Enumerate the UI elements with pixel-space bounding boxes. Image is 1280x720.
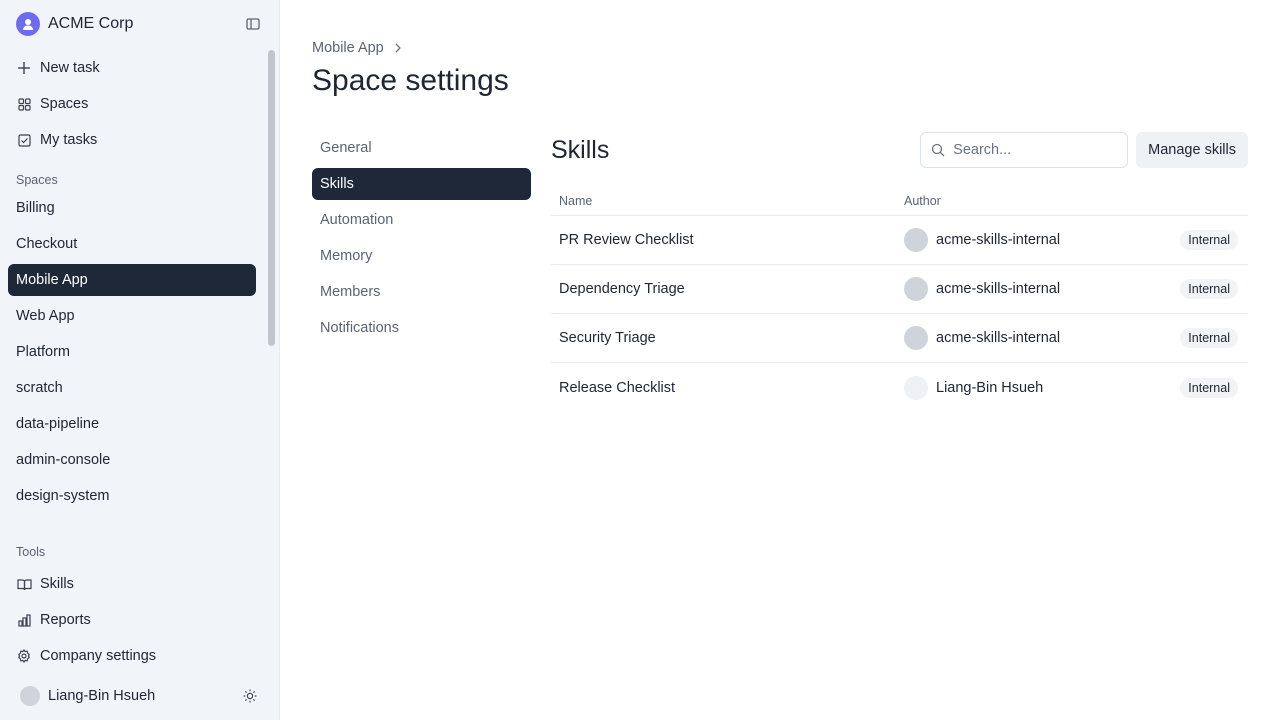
skill-author: acme-skills-internal — [904, 277, 1158, 301]
breadcrumb: Mobile App — [312, 40, 402, 56]
page-title: Space settings — [312, 64, 509, 97]
user-avatar[interactable] — [20, 686, 40, 706]
space-item-checkout[interactable]: Checkout — [8, 228, 256, 260]
nav-my-tasks[interactable]: My tasks — [8, 124, 256, 156]
chevron-right-icon — [394, 43, 402, 53]
sidebar: ACME Corp New task Spaces My tasks Space… — [0, 0, 280, 720]
grid-icon — [16, 96, 32, 112]
table-row[interactable]: Dependency Triage acme-skills-internal I… — [551, 265, 1248, 314]
settings-tab-notifications[interactable]: Notifications — [312, 312, 531, 344]
author-name: Liang-Bin Hsueh — [936, 379, 1044, 396]
gear-icon — [16, 648, 32, 664]
breadcrumb-parent-link[interactable]: Mobile App — [312, 40, 384, 56]
tool-skills[interactable]: Skills — [8, 568, 271, 600]
table-row[interactable]: PR Review Checklist acme-skills-internal… — [551, 216, 1248, 265]
author-name: acme-skills-internal — [936, 232, 1061, 248]
table-row[interactable]: Security Triage acme-skills-internal Int… — [551, 314, 1248, 363]
badge-cell: Internal — [1158, 279, 1248, 299]
column-header-name[interactable]: Name — [551, 194, 904, 208]
badge-cell: Internal — [1158, 377, 1248, 398]
space-item-data-pipeline[interactable]: data-pipeline — [8, 408, 256, 440]
skill-name[interactable]: Dependency Triage — [551, 281, 904, 297]
space-item-scratch[interactable]: scratch — [8, 372, 256, 404]
settings-tab-members[interactable]: Members — [312, 276, 531, 308]
sidebar-scroll-area: New task Spaces My tasks Spaces Billing … — [0, 48, 264, 520]
skill-author: Liang-Bin Hsueh — [904, 375, 1158, 400]
sidebar-header: ACME Corp — [0, 0, 279, 48]
settings-nav: General Skills Automation Memory Members… — [312, 132, 531, 348]
search-box[interactable] — [920, 132, 1129, 168]
checkbox-icon — [16, 132, 32, 148]
status-badge: Internal — [1180, 377, 1238, 398]
status-badge: Internal — [1180, 279, 1238, 299]
space-item-platform[interactable]: Platform — [8, 336, 256, 368]
spaces-section-label: Spaces — [16, 173, 58, 187]
space-item-mobile-app[interactable]: Mobile App — [8, 264, 256, 296]
book-icon — [16, 576, 32, 592]
author-avatar — [904, 228, 928, 252]
space-item-billing[interactable]: Billing — [8, 192, 256, 224]
nav-label: Skills — [40, 576, 74, 592]
tools-section: Tools Skills Reports Company settings — [0, 532, 279, 676]
table-header: Name Author — [551, 186, 1248, 216]
main-content: Mobile App Space settings General Skills… — [280, 0, 1280, 720]
search-input[interactable] — [953, 142, 1114, 158]
sidebar-collapse-icon[interactable] — [243, 14, 263, 34]
skills-title: Skills — [551, 135, 610, 164]
author-name: acme-skills-internal — [936, 281, 1061, 297]
nav-new-task[interactable]: New task — [8, 52, 256, 84]
skills-table: Name Author PR Review Checklist acme-ski… — [551, 186, 1248, 412]
bar-chart-icon — [16, 612, 32, 628]
skill-author: acme-skills-internal — [904, 228, 1158, 252]
badge-cell: Internal — [1158, 328, 1248, 348]
sun-icon[interactable] — [241, 687, 259, 705]
org-name[interactable]: ACME Corp — [48, 15, 243, 33]
nav-label: Reports — [40, 612, 91, 628]
nav-spaces[interactable]: Spaces — [8, 88, 256, 120]
skill-name[interactable]: Security Triage — [551, 330, 904, 346]
nav-label: My tasks — [40, 132, 98, 148]
settings-tab-general[interactable]: General — [312, 132, 531, 164]
tools-section-label: Tools — [16, 545, 46, 559]
tool-reports[interactable]: Reports — [8, 604, 271, 636]
user-name[interactable]: Liang-Bin Hsueh — [48, 688, 241, 704]
org-logo-icon[interactable] — [16, 12, 40, 36]
settings-tab-skills[interactable]: Skills — [312, 168, 531, 200]
author-avatar — [904, 277, 928, 301]
column-header-author[interactable]: Author — [904, 194, 1248, 208]
sidebar-scrollbar-thumb[interactable] — [268, 50, 275, 346]
search-icon — [931, 143, 945, 157]
table-row[interactable]: Release Checklist Liang-Bin Hsueh Intern… — [551, 363, 1248, 412]
space-item-web-app[interactable]: Web App — [8, 300, 256, 332]
nav-label: New task — [40, 60, 100, 76]
status-badge: Internal — [1180, 328, 1238, 348]
status-badge: Internal — [1180, 230, 1238, 250]
badge-cell: Internal — [1158, 230, 1248, 250]
settings-tab-automation[interactable]: Automation — [312, 204, 531, 236]
nav-label: Spaces — [40, 96, 89, 112]
plus-icon — [16, 60, 32, 76]
space-item-admin-console[interactable]: admin-console — [8, 444, 256, 476]
skills-header: Skills Manage skills — [551, 132, 1248, 168]
manage-skills-button[interactable]: Manage skills — [1136, 132, 1248, 168]
author-avatar — [904, 375, 928, 400]
author-name: acme-skills-internal — [936, 330, 1061, 346]
sidebar-footer: Liang-Bin Hsueh — [0, 680, 279, 712]
settings-tab-memory[interactable]: Memory — [312, 240, 531, 272]
tool-company-settings[interactable]: Company settings — [8, 640, 271, 672]
skill-author: acme-skills-internal — [904, 326, 1158, 350]
skills-panel: Skills Manage skills Name Author PR Revi… — [551, 132, 1248, 412]
space-item-design-system[interactable]: design-system — [8, 480, 256, 512]
nav-label: Company settings — [40, 648, 157, 664]
sidebar-scrollbar[interactable] — [264, 48, 279, 520]
skill-name[interactable]: Release Checklist — [551, 380, 904, 396]
author-avatar — [904, 326, 928, 350]
skill-name[interactable]: PR Review Checklist — [551, 232, 904, 248]
